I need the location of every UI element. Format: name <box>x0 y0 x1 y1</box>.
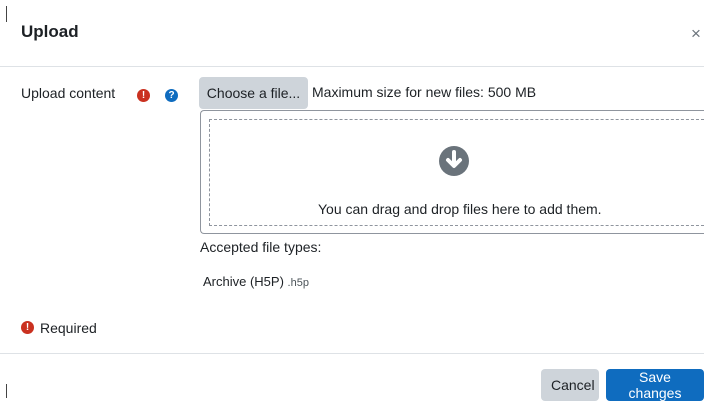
save-changes-button[interactable]: Save changes <box>606 369 704 401</box>
required-legend-text: Required <box>40 320 97 336</box>
close-icon[interactable]: × <box>691 24 701 44</box>
dropzone-text: You can drag and drop files here to add … <box>318 201 602 217</box>
arrow-circle-down-icon <box>439 146 469 176</box>
accepted-types-label: Accepted file types: <box>200 239 322 255</box>
upload-dialog: Upload × Upload content ! ? Choose a fil… <box>0 0 704 401</box>
required-legend-icon: ! <box>21 321 34 334</box>
exclamation-circle-icon: ! <box>137 89 150 102</box>
cancel-button[interactable]: Cancel <box>541 369 599 401</box>
max-size-text: Maximum size for new files: 500 MB <box>312 84 537 100</box>
choose-file-button[interactable]: Choose a file... <box>199 77 308 109</box>
accepted-type-name: Archive (H5P) <box>203 274 284 289</box>
accepted-type-extension: .h5p <box>287 277 309 289</box>
accepted-type-item: Archive (H5P) .h5p <box>203 274 309 289</box>
upload-content-label: Upload content <box>21 85 116 101</box>
dialog-header: Upload × <box>0 0 704 67</box>
dialog-title: Upload <box>21 22 79 41</box>
question-circle-icon[interactable]: ? <box>165 89 178 102</box>
